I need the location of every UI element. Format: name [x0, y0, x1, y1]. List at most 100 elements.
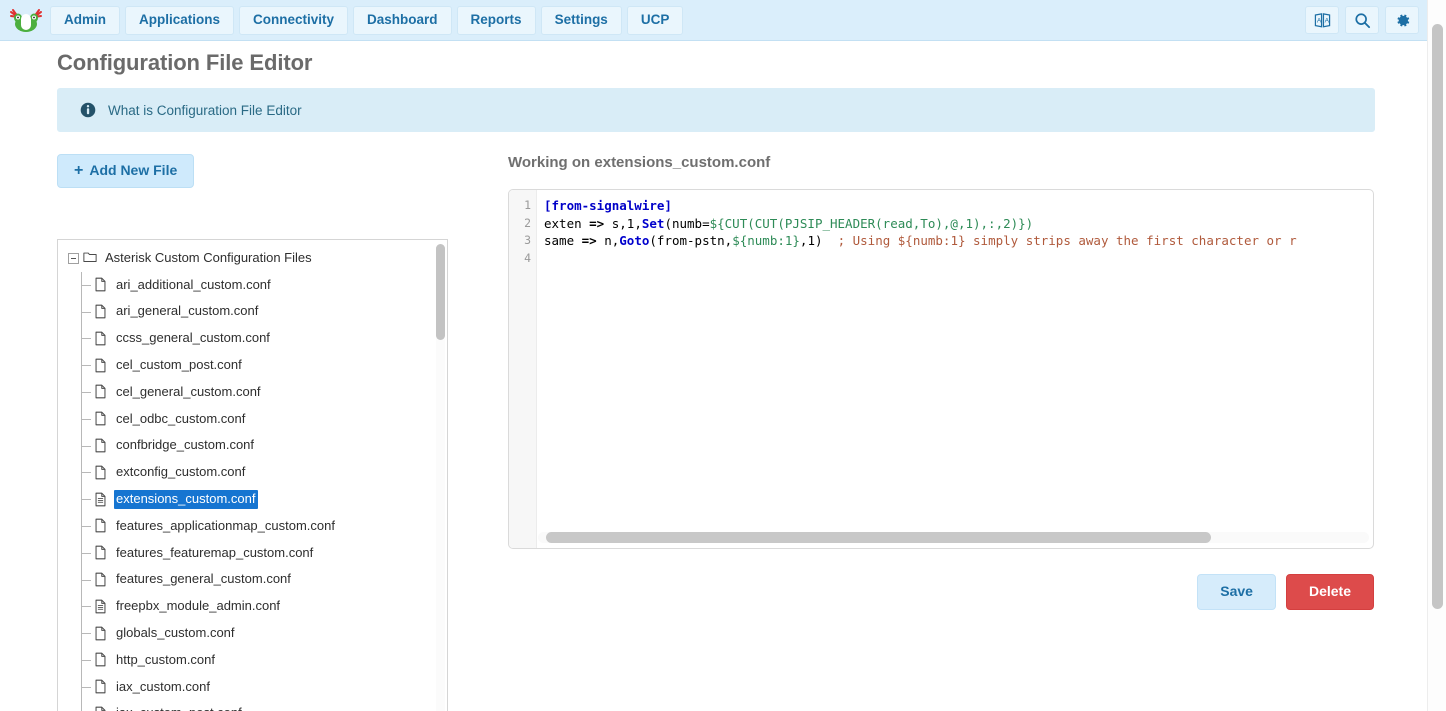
nav-item-ucp[interactable]: UCP	[627, 6, 684, 35]
code-token: =>	[582, 233, 597, 248]
nav-item-dashboard[interactable]: Dashboard	[353, 6, 452, 35]
tree-item-ccss-general-custom-conf[interactable]: ccss_general_custom.conf	[58, 325, 447, 352]
file-blank-icon	[94, 545, 108, 561]
file-blank-icon	[94, 384, 108, 400]
search-icon	[1354, 12, 1371, 29]
tree-connector	[68, 433, 94, 460]
file-blank-icon	[94, 626, 108, 642]
page-scrollbar-thumb[interactable]	[1432, 24, 1443, 609]
file-blank-icon	[94, 277, 108, 293]
tree-item-label: iax_custom.conf	[114, 678, 213, 697]
file-blank-icon	[94, 411, 108, 427]
tree-item-http-custom-conf[interactable]: http_custom.conf	[58, 647, 447, 674]
code-token: ; Using ${numb:1} simply strips away the…	[838, 233, 1297, 248]
tree-connector	[68, 272, 94, 299]
delete-button[interactable]: Delete	[1286, 574, 1374, 610]
tree-item-features-general-custom-conf[interactable]: features_general_custom.conf	[58, 567, 447, 594]
tree-item-iax-custom-conf[interactable]: iax_custom.conf	[58, 674, 447, 701]
tree-item-freepbx-module-admin-conf[interactable]: freepbx_module_admin.conf	[58, 593, 447, 620]
page-title: Configuration File Editor	[57, 50, 312, 76]
file-blank-icon	[94, 652, 108, 668]
top-navigation-bar: Admin Applications Connectivity Dashboar…	[0, 0, 1427, 41]
tree-root-label: Asterisk Custom Configuration Files	[103, 249, 315, 268]
tree-item-globals-custom-conf[interactable]: globals_custom.conf	[58, 620, 447, 647]
code-editor[interactable]: 1234 [from-signalwire]exten => s,1,Set(n…	[508, 189, 1374, 549]
gear-icon-button[interactable]	[1385, 6, 1419, 34]
line-numbers: 1234	[509, 197, 536, 267]
tree-connector	[68, 352, 94, 379]
plus-icon: +	[74, 164, 83, 177]
code-text-area[interactable]: [from-signalwire]exten => s,1,Set(numb=$…	[538, 190, 1373, 548]
editor-scrollbar-thumb[interactable]	[546, 532, 1211, 543]
line-number: 3	[509, 232, 536, 250]
nav-item-connectivity[interactable]: Connectivity	[239, 6, 348, 35]
file-blank-icon	[94, 572, 108, 588]
add-new-file-label: Add New File	[89, 163, 177, 178]
tree-item-extconfig-custom-conf[interactable]: extconfig_custom.conf	[58, 459, 447, 486]
tree-root-node[interactable]: Asterisk Custom Configuration Files	[58, 245, 447, 272]
tree-expander-icon[interactable]	[68, 253, 79, 264]
nav-item-admin[interactable]: Admin	[50, 6, 120, 35]
file-tree-panel[interactable]: Asterisk Custom Configuration Files ari_…	[57, 239, 448, 711]
save-button[interactable]: Save	[1197, 574, 1276, 610]
tree-item-features-applicationmap-custom-conf[interactable]: features_applicationmap_custom.conf	[58, 513, 447, 540]
page-vertical-scrollbar[interactable]	[1427, 0, 1446, 711]
svg-text:A: A	[1324, 17, 1329, 24]
tree-item-ari-additional-custom-conf[interactable]: ari_additional_custom.conf	[58, 272, 447, 299]
add-new-file-button[interactable]: + Add New File	[57, 154, 194, 188]
tree-connector	[68, 486, 94, 513]
file-lines-icon	[94, 599, 108, 615]
tree-item-cel-custom-post-conf[interactable]: cel_custom_post.conf	[58, 352, 447, 379]
translate-icon-button[interactable]: A A	[1305, 6, 1339, 34]
tree-connector	[68, 459, 94, 486]
tree-connector	[68, 620, 94, 647]
file-blank-icon	[94, 679, 108, 695]
nav-item-reports[interactable]: Reports	[457, 6, 536, 35]
code-token: Goto	[619, 233, 649, 248]
code-token: exten	[544, 216, 589, 231]
code-token: (numb=	[664, 216, 709, 231]
tree-connector	[68, 513, 94, 540]
tree-item-label: features_general_custom.conf	[114, 570, 294, 589]
tree-connector	[68, 406, 94, 433]
page-content: Configuration File Editor What is Config…	[0, 41, 1427, 711]
tree-item-cel-odbc-custom-conf[interactable]: cel_odbc_custom.conf	[58, 406, 447, 433]
translate-icon: A A	[1314, 12, 1331, 29]
tree-item-label: iax_custom_post.conf	[114, 704, 245, 711]
search-icon-button[interactable]	[1345, 6, 1379, 34]
freepbx-frog-logo[interactable]	[6, 5, 46, 35]
code-line-3: same => n,Goto(from-pstn,${numb:1},1) ; …	[538, 232, 1373, 250]
code-token: [from-signalwire]	[544, 198, 672, 213]
tree-item-label: ari_general_custom.conf	[114, 302, 261, 321]
file-blank-icon	[94, 706, 108, 711]
tree-item-label: http_custom.conf	[114, 651, 218, 670]
tree-item-label: confbridge_custom.conf	[114, 436, 257, 455]
tree-vertical-scrollbar[interactable]	[436, 244, 445, 711]
code-token: =>	[589, 216, 604, 231]
code-token: ${numb:1}	[732, 233, 800, 248]
tree-item-iax-custom-post-conf[interactable]: iax_custom_post.conf	[58, 701, 447, 711]
tree-item-features-featuremap-custom-conf[interactable]: features_featuremap_custom.conf	[58, 540, 447, 567]
tree-item-extensions-custom-conf[interactable]: extensions_custom.conf	[58, 486, 447, 513]
file-blank-icon	[94, 465, 108, 481]
line-number-gutter: 1234	[509, 190, 537, 548]
line-number: 1	[509, 197, 536, 215]
tree-scrollbar-thumb[interactable]	[436, 244, 445, 340]
tree-item-label: ari_additional_custom.conf	[114, 276, 274, 295]
tree-item-ari-general-custom-conf[interactable]: ari_general_custom.conf	[58, 299, 447, 326]
tree-item-cel-general-custom-conf[interactable]: cel_general_custom.conf	[58, 379, 447, 406]
file-tree: Asterisk Custom Configuration Files ari_…	[58, 245, 447, 711]
nav-item-settings[interactable]: Settings	[541, 6, 622, 35]
editor-horizontal-scrollbar[interactable]	[538, 532, 1369, 543]
tree-connector	[68, 540, 94, 567]
file-blank-icon	[94, 438, 108, 454]
nav-item-applications[interactable]: Applications	[125, 6, 234, 35]
info-banner[interactable]: What is Configuration File Editor	[57, 88, 1375, 132]
tree-connector	[68, 567, 94, 594]
tree-item-label: cel_general_custom.conf	[114, 383, 264, 402]
code-token: s,1,	[604, 216, 642, 231]
folder-icon	[83, 250, 97, 266]
tree-item-confbridge-custom-conf[interactable]: confbridge_custom.conf	[58, 433, 447, 460]
tree-connector	[68, 379, 94, 406]
tree-item-label: freepbx_module_admin.conf	[114, 597, 283, 616]
